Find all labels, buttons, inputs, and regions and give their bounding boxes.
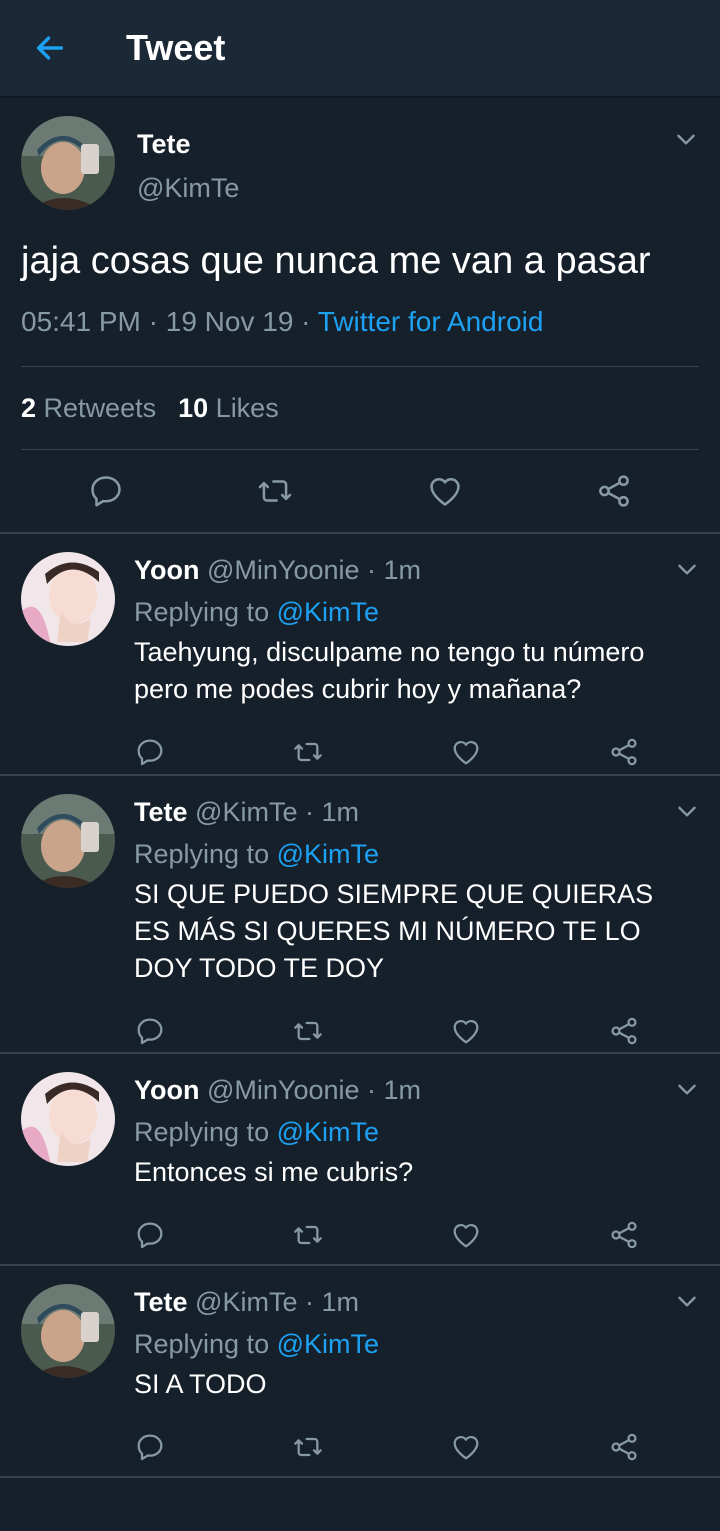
reply-author-name[interactable]: Yoon — [134, 1075, 199, 1105]
avatar-tete[interactable] — [21, 1284, 115, 1378]
replying-to-link[interactable]: @KimTe — [277, 597, 379, 627]
share-icon[interactable] — [595, 472, 633, 510]
reply-tweet[interactable]: Yoon @MinYoonie · 1m Replying to @KimTe … — [0, 534, 720, 776]
reply-tweet[interactable]: Tete @KimTe · 1m Replying to @KimTe SI A… — [0, 1266, 720, 1478]
share-icon[interactable] — [608, 1219, 640, 1251]
retweet-icon[interactable] — [292, 1431, 324, 1463]
reply-author-handle[interactable]: @KimTe — [195, 797, 297, 827]
author-name[interactable]: Tete — [137, 126, 239, 162]
reply-author-handle[interactable]: @MinYoonie — [207, 555, 360, 585]
reply-time: 1m — [383, 555, 422, 585]
tweet-time: 05:41 PM — [21, 306, 141, 337]
reply-text: SI QUE PUEDO SIEMPRE QUE QUIERAS ES MÁS … — [134, 879, 654, 983]
chevron-down-icon[interactable] — [674, 798, 700, 824]
retweets-stat[interactable]: 2 Retweets — [21, 393, 156, 424]
reply-icon[interactable] — [134, 1219, 166, 1251]
heart-icon[interactable] — [450, 1219, 482, 1251]
reply-actions — [134, 1411, 679, 1483]
avatar-yoon[interactable] — [21, 1072, 115, 1166]
tweet-meta: 05:41 PM · 19 Nov 19 · Twitter for Andro… — [21, 306, 544, 337]
replying-to: Replying to @KimTe — [134, 1117, 380, 1147]
reply-text: SI A TODO — [134, 1369, 267, 1399]
retweet-icon[interactable] — [292, 736, 324, 768]
likes-stat[interactable]: 10 Likes — [178, 393, 279, 424]
reply-author-name[interactable]: Yoon — [134, 555, 199, 585]
chevron-down-icon[interactable] — [674, 1288, 700, 1314]
retweet-icon[interactable] — [292, 1219, 324, 1251]
reply-author-name[interactable]: Tete — [134, 1287, 188, 1317]
replying-to-link[interactable]: @KimTe — [277, 839, 379, 869]
tweet-source-link[interactable]: Twitter for Android — [318, 306, 544, 337]
reply-author-handle[interactable]: @KimTe — [195, 1287, 297, 1317]
reply-text: Entonces si me cubris? — [134, 1157, 414, 1187]
share-icon[interactable] — [608, 1431, 640, 1463]
heart-icon[interactable] — [450, 1431, 482, 1463]
reply-tweet[interactable]: Tete @KimTe · 1m Replying to @KimTe SI Q… — [0, 776, 720, 1054]
page-title: Tweet — [126, 27, 226, 68]
chevron-down-icon[interactable] — [674, 1076, 700, 1102]
main-tweet-actions — [21, 450, 699, 532]
avatar-tete[interactable] — [21, 116, 115, 210]
main-tweet: Tete @KimTe jaja cosas que nunca me van … — [0, 98, 720, 532]
replying-to: Replying to @KimTe — [134, 1329, 380, 1359]
reply-author-handle[interactable]: @MinYoonie — [207, 1075, 360, 1105]
replying-to: Replying to @KimTe — [134, 597, 380, 627]
reply-icon[interactable] — [134, 736, 166, 768]
heart-icon[interactable] — [426, 472, 464, 510]
replying-to-link[interactable]: @KimTe — [277, 1117, 379, 1147]
heart-icon[interactable] — [450, 1015, 482, 1047]
heart-icon[interactable] — [450, 736, 482, 768]
reply-time: 1m — [321, 797, 359, 827]
top-app-bar: Tweet — [0, 0, 720, 98]
tweet-date: 19 Nov 19 — [165, 306, 294, 337]
back-button[interactable] — [0, 0, 100, 97]
reply-icon[interactable] — [134, 1431, 166, 1463]
reply-icon[interactable] — [87, 472, 125, 510]
reply-time: 1m — [383, 1075, 422, 1105]
tweet-text: jaja cosas que nunca me van a pasar — [21, 240, 651, 282]
retweet-icon[interactable] — [292, 1015, 324, 1047]
share-icon[interactable] — [608, 1015, 640, 1047]
reply-text: Taehyung, disculpame no tengo tu número … — [134, 637, 645, 704]
avatar-yoon[interactable] — [21, 552, 115, 646]
tweet-stats: 2 Retweets 10 Likes — [21, 367, 699, 449]
reply-icon[interactable] — [134, 1015, 166, 1047]
reply-actions — [134, 1199, 679, 1271]
replying-to-link[interactable]: @KimTe — [277, 1329, 379, 1359]
chevron-down-icon[interactable] — [673, 126, 699, 152]
share-icon[interactable] — [608, 736, 640, 768]
reply-author-name[interactable]: Tete — [134, 797, 188, 827]
chevron-down-icon[interactable] — [674, 556, 700, 582]
author-handle[interactable]: @KimTe — [137, 170, 239, 206]
reply-tweet[interactable]: Yoon @MinYoonie · 1m Replying to @KimTe … — [0, 1054, 720, 1266]
arrow-left-icon — [36, 36, 64, 60]
avatar-tete[interactable] — [21, 794, 115, 888]
replying-to: Replying to @KimTe — [134, 839, 380, 869]
retweet-icon[interactable] — [256, 472, 294, 510]
reply-time: 1m — [321, 1287, 359, 1317]
